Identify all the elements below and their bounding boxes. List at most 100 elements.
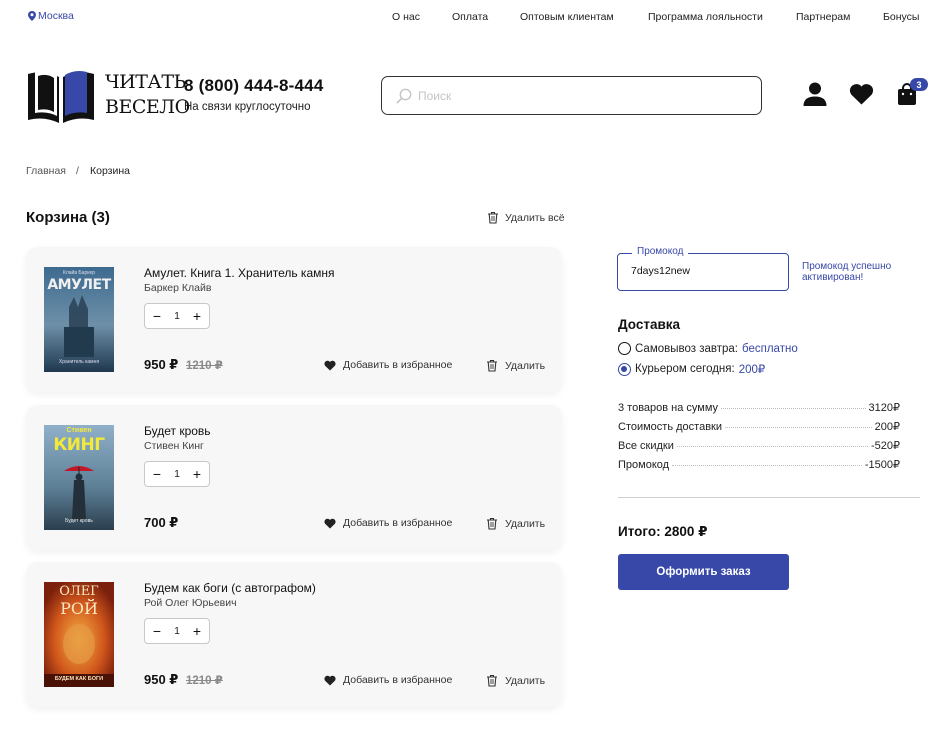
nav-bonuses[interactable]: Бонусы <box>883 11 919 23</box>
favorites-label: Добавить в избранное <box>343 674 453 686</box>
trash-icon <box>487 674 497 687</box>
trash-icon <box>487 517 497 530</box>
remove-button[interactable]: Удалить <box>486 517 545 530</box>
add-to-favorites-button[interactable]: Добавить в избранное <box>324 517 452 529</box>
summary-value: 3120₽ <box>868 402 900 414</box>
cover-author: Стивен <box>66 427 92 434</box>
courier-price: 200₽ <box>738 364 766 376</box>
cart-item: Стивен КИНГ Будет кровь Будет кровь Стив… <box>26 405 562 550</box>
increase-button[interactable]: + <box>191 624 203 638</box>
promo-status-message: Промокод успешно активирован! <box>802 261 892 283</box>
summary-value: -520₽ <box>870 440 900 452</box>
heart-icon <box>324 518 336 529</box>
price: 950 ₽ <box>144 672 179 687</box>
search-box[interactable] <box>381 76 762 115</box>
logo-line-2: ВЕСЕЛО <box>105 96 190 118</box>
quantity-stepper: − 1 + <box>144 618 210 644</box>
cover-title: РОЙ <box>60 599 98 618</box>
summary-value: -1500₽ <box>864 459 900 471</box>
price: 700 ₽ <box>144 515 179 530</box>
decrease-button[interactable]: − <box>151 309 163 323</box>
book-title[interactable]: Амулет. Книга 1. Хранитель камня <box>144 266 335 280</box>
cover-title: КИНГ <box>53 435 105 455</box>
search-icon <box>396 88 412 103</box>
cart-item: ОЛЕГ РОЙ БУДЕМ КАК БОГИ Будем как боги (… <box>26 562 562 707</box>
cart-count-badge: 3 <box>910 78 928 91</box>
order-total: Итого: 2800 ₽ <box>618 524 708 539</box>
increase-button[interactable]: + <box>191 309 203 323</box>
heart-icon <box>849 84 873 105</box>
trash-icon <box>488 211 498 224</box>
delivery-title: Доставка <box>618 317 681 332</box>
summary-row: Промокод -1500₽ <box>618 458 900 471</box>
old-price: 1210 ₽ <box>186 360 223 372</box>
book-author: Рой Олег Юрьевич <box>144 597 237 609</box>
cover-subtitle: Хранитель камня <box>58 359 100 365</box>
summary-value: 200₽ <box>874 421 900 433</box>
checkout-button[interactable]: Оформить заказ <box>618 554 789 590</box>
book-logo-icon <box>28 71 94 123</box>
phone-subtitle: На связи круглосуточно <box>184 101 311 113</box>
summary-row: Все скидки -520₽ <box>618 439 900 452</box>
user-icon <box>803 82 827 106</box>
remove-label: Удалить <box>505 517 546 530</box>
book-cover: Клайв Баркер АМУЛЕТ Хранитель камня <box>44 267 114 372</box>
favorites-button[interactable] <box>847 80 875 108</box>
radio-checked-icon <box>618 362 631 376</box>
cover-subtitle: Будет кровь <box>65 518 93 524</box>
nav-payment[interactable]: Оплата <box>452 11 488 23</box>
summary-label: Все скидки <box>618 440 674 452</box>
summary-row: 3 товаров на сумму 3120₽ <box>618 401 900 414</box>
delete-all-button[interactable]: Удалить всё <box>487 211 565 224</box>
cover-subtitle: БУДЕМ КАК БОГИ <box>54 676 104 682</box>
favorites-label: Добавить в избранное <box>343 517 453 529</box>
trash-icon <box>487 359 497 372</box>
delivery-option-courier[interactable]: Курьером сегодня: 200₽ <box>618 362 765 376</box>
cart-item: Клайв Баркер АМУЛЕТ Хранитель камня Амул… <box>26 247 562 392</box>
book-title[interactable]: Будем как боги (с автографом) <box>144 581 316 595</box>
phone-number[interactable]: 8 (800) 444-8-444 <box>184 76 324 96</box>
cover-author: ОЛЕГ <box>59 584 99 599</box>
book-author: Стивен Кинг <box>144 440 204 452</box>
decrease-button[interactable]: − <box>151 624 163 638</box>
quantity-stepper: − 1 + <box>144 303 210 329</box>
cover-author: Клайв Баркер <box>62 270 96 276</box>
add-to-favorites-button[interactable]: Добавить в избранное <box>324 359 452 371</box>
book-cover: ОЛЕГ РОЙ БУДЕМ КАК БОГИ <box>44 582 114 687</box>
old-price: 1210 ₽ <box>186 675 223 687</box>
heart-icon <box>324 675 336 686</box>
book-title[interactable]: Будет кровь <box>144 424 211 438</box>
quantity-stepper: − 1 + <box>144 461 210 487</box>
summary-divider <box>618 497 920 498</box>
nav-about[interactable]: О нас <box>392 11 420 23</box>
promo-code-value[interactable]: 7days12new <box>631 265 690 277</box>
account-button[interactable] <box>801 80 829 108</box>
radio-unchecked-icon <box>618 342 631 355</box>
book-cover: Стивен КИНГ Будет кровь <box>44 425 114 530</box>
delivery-option-pickup[interactable]: Самовывоз завтра: бесплатно <box>618 342 798 355</box>
cart-title: Корзина (3) <box>26 209 110 226</box>
breadcrumb-separator: / <box>76 165 79 177</box>
breadcrumb-home[interactable]: Главная <box>26 165 66 177</box>
nav-wholesale[interactable]: Оптовым клиентам <box>520 11 614 23</box>
nav-loyalty[interactable]: Программа лояльности <box>648 11 763 23</box>
pickup-label: Самовывоз завтра: <box>635 342 739 355</box>
favorites-label: Добавить в избранное <box>343 359 453 371</box>
increase-button[interactable]: + <box>191 467 203 481</box>
location-pin-icon <box>28 11 36 21</box>
search-input[interactable] <box>418 88 738 103</box>
decrease-button[interactable]: − <box>151 467 163 481</box>
cover-title: АМУЛЕТ <box>47 277 111 293</box>
summary-label: Промокод <box>618 459 670 471</box>
remove-button[interactable]: Удалить <box>486 359 545 372</box>
breadcrumb-current: Корзина <box>90 165 130 177</box>
price: 950 ₽ <box>144 357 179 372</box>
promo-code-label: Промокод <box>632 246 689 257</box>
city-selector[interactable]: Москва <box>28 10 74 22</box>
city-label: Москва <box>38 10 74 22</box>
remove-button[interactable]: Удалить <box>486 674 545 687</box>
quantity-value: 1 <box>174 468 180 480</box>
add-to-favorites-button[interactable]: Добавить в избранное <box>324 674 452 686</box>
logo-text: ЧИТАТЬ ВЕСЕЛО <box>105 70 190 120</box>
nav-partners[interactable]: Партнерам <box>796 11 850 23</box>
